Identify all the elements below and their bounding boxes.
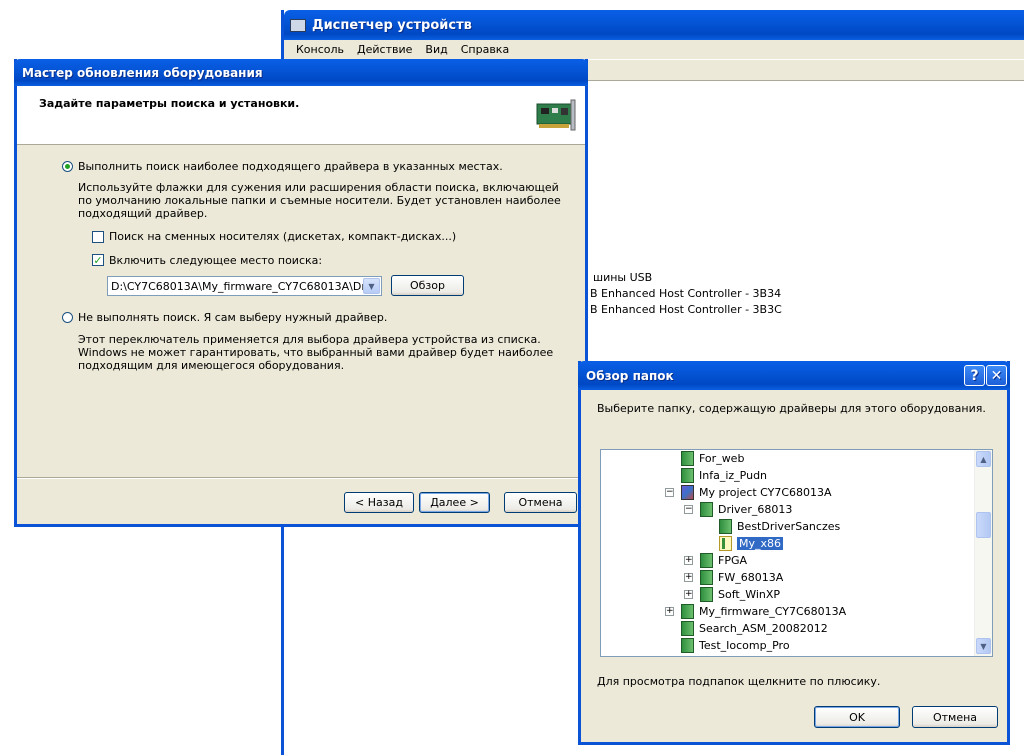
description-line: Windows не может гарантировать, что выбр… bbox=[78, 346, 554, 359]
help-icon: ? bbox=[970, 367, 979, 384]
include-location-checkbox[interactable]: ✓ bbox=[92, 254, 104, 266]
menu-help[interactable]: Справка bbox=[455, 43, 516, 56]
device-tree-item[interactable]: B Enhanced Host Controller - 3B3C bbox=[590, 303, 782, 316]
search-option-radio[interactable] bbox=[62, 161, 73, 172]
expand-icon[interactable]: + bbox=[684, 556, 693, 565]
device-tree-item[interactable]: B Enhanced Host Controller - 3B34 bbox=[590, 287, 781, 300]
device-manager-titlebar[interactable]: Диспетчер устройств bbox=[284, 10, 1024, 40]
browse-button[interactable]: Обзор bbox=[391, 275, 464, 296]
device-manager-title: Диспетчер устройств bbox=[312, 17, 472, 33]
folder-tree-label[interactable]: My project CY7C68013A bbox=[699, 486, 832, 499]
project-folder-icon bbox=[681, 485, 694, 500]
folder-icon bbox=[681, 468, 694, 483]
help-button[interactable]: ? bbox=[964, 365, 985, 386]
search-path-combobox[interactable]: D:\CY7C68013A\My_firmware_CY7C68013A\Dri… bbox=[107, 276, 382, 296]
hardware-card-icon bbox=[536, 99, 576, 131]
folder-tree-label[interactable]: My_firmware_CY7C68013A bbox=[699, 605, 846, 618]
description-line: Этот переключатель применяется для выбор… bbox=[78, 333, 541, 346]
manual-option-label[interactable]: Не выполнять поиск. Я сам выберу нужный … bbox=[78, 311, 387, 324]
folder-tree-label[interactable]: Test_Iocomp_Pro bbox=[699, 639, 790, 652]
folder-icon bbox=[719, 519, 732, 534]
folder-tree-label[interactable]: Soft_WinXP bbox=[718, 588, 780, 601]
description-line: подходящим для имеющегося оборудования. bbox=[78, 359, 345, 372]
folder-tree-item[interactable]: BestDriverSanczes bbox=[719, 518, 840, 535]
expand-icon[interactable]: + bbox=[684, 573, 693, 582]
computer-icon bbox=[290, 18, 306, 32]
scroll-thumb[interactable] bbox=[976, 512, 991, 538]
menu-action[interactable]: Действие bbox=[351, 43, 419, 56]
folder-tree-label[interactable]: FW_68013A bbox=[718, 571, 783, 584]
description-line: подходящий драйвер. bbox=[78, 207, 208, 220]
folder-icon bbox=[681, 638, 694, 653]
ok-button[interactable]: OK bbox=[814, 706, 900, 728]
footer-divider bbox=[17, 477, 585, 479]
close-icon: ✕ bbox=[990, 367, 1003, 384]
browse-title: Обзор папок bbox=[586, 368, 674, 383]
expand-icon[interactable]: + bbox=[684, 590, 693, 599]
folder-tree-item[interactable]: − My project CY7C68013A bbox=[665, 484, 832, 501]
folder-icon bbox=[700, 570, 713, 585]
browse-cancel-button[interactable]: Отмена bbox=[912, 706, 998, 728]
wizard-titlebar[interactable]: Мастер обновления оборудования bbox=[14, 59, 588, 86]
scroll-down-button[interactable]: ▼ bbox=[976, 638, 991, 654]
open-folder-icon bbox=[719, 536, 732, 551]
folder-tree-item[interactable]: Infa_iz_Pudn bbox=[681, 467, 767, 484]
close-button[interactable]: ✕ bbox=[986, 365, 1007, 386]
wizard-header-title: Задайте параметры поиска и установки. bbox=[39, 97, 300, 110]
collapse-icon[interactable]: − bbox=[684, 505, 693, 514]
folder-icon bbox=[700, 553, 713, 568]
folder-tree-item[interactable]: Test_Iocomp_Pro bbox=[681, 637, 790, 654]
search-option-description: Используйте флажки для сужения или расши… bbox=[78, 181, 561, 220]
folder-tree-item[interactable]: + Soft_WinXP bbox=[684, 586, 780, 603]
folder-tree[interactable]: For_web Infa_iz_Pudn − My project CY7C68013… bbox=[600, 449, 993, 657]
manual-option-radio[interactable] bbox=[62, 312, 73, 323]
browse-titlebar[interactable]: Обзор папок ? ✕ bbox=[578, 361, 1010, 390]
wizard-title: Мастер обновления оборудования bbox=[22, 65, 263, 80]
next-button[interactable]: Далее > bbox=[419, 492, 490, 513]
folder-tree-label[interactable]: My_x86 bbox=[737, 537, 784, 550]
description-line: Используйте флажки для сужения или расши… bbox=[78, 181, 559, 194]
folder-icon bbox=[700, 587, 713, 602]
removable-media-label[interactable]: Поиск на сменных носителях (дискетах, ко… bbox=[109, 230, 456, 243]
folder-tree-scrollbar[interactable]: ▲ ▼ bbox=[974, 450, 992, 656]
folder-tree-label[interactable]: FPGA bbox=[718, 554, 747, 567]
browse-prompt: Выберите папку, содержащую драйверы для … bbox=[597, 402, 986, 415]
back-button[interactable]: < Назад bbox=[344, 492, 414, 513]
cancel-button[interactable]: Отмена bbox=[504, 492, 577, 513]
browse-hint: Для просмотра подпапок щелкните по плюси… bbox=[597, 675, 881, 688]
browse-folder-dialog: Обзор папок ? ✕ Выберите папку, содержащ… bbox=[578, 361, 1010, 745]
description-line: по умолчанию локальные папки и съемные н… bbox=[78, 194, 561, 207]
collapse-icon[interactable]: − bbox=[665, 488, 674, 497]
folder-tree-item[interactable]: + FW_68013A bbox=[684, 569, 783, 586]
folder-tree-label[interactable]: Search_ASM_20082012 bbox=[699, 622, 828, 635]
device-manager-menubar: Консоль Действие Вид Справка bbox=[284, 40, 1024, 59]
folder-tree-item[interactable]: My_x86 bbox=[719, 535, 784, 552]
hardware-update-wizard: Мастер обновления оборудования Задайте п… bbox=[14, 59, 588, 527]
menu-console[interactable]: Консоль bbox=[290, 43, 351, 56]
search-option-label[interactable]: Выполнить поиск наиболее подходящего дра… bbox=[78, 160, 503, 173]
folder-tree-label[interactable]: BestDriverSanczes bbox=[737, 520, 840, 533]
folder-icon bbox=[681, 451, 694, 466]
search-path-value[interactable]: D:\CY7C68013A\My_firmware_CY7C68013A\Dri… bbox=[108, 280, 363, 293]
folder-tree-label[interactable]: Infa_iz_Pudn bbox=[699, 469, 767, 482]
expand-icon[interactable]: + bbox=[665, 607, 674, 616]
scroll-up-button[interactable]: ▲ bbox=[976, 451, 991, 467]
wizard-header: Задайте параметры поиска и установки. bbox=[17, 86, 585, 145]
chevron-down-icon[interactable]: ▼ bbox=[363, 278, 380, 294]
removable-media-checkbox[interactable] bbox=[92, 231, 104, 243]
folder-icon bbox=[700, 502, 713, 517]
folder-tree-item[interactable]: For_web bbox=[681, 450, 744, 467]
folder-icon bbox=[681, 621, 694, 636]
folder-icon bbox=[681, 604, 694, 619]
folder-tree-item[interactable]: + FPGA bbox=[684, 552, 747, 569]
folder-tree-label[interactable]: Driver_68013 bbox=[718, 503, 792, 516]
menu-view[interactable]: Вид bbox=[419, 43, 454, 56]
folder-tree-label[interactable]: For_web bbox=[699, 452, 744, 465]
folder-tree-item[interactable]: − Driver_68013 bbox=[684, 501, 792, 518]
include-location-label[interactable]: Включить следующее место поиска: bbox=[109, 254, 322, 267]
device-tree-item[interactable]: шины USB bbox=[593, 271, 652, 284]
folder-tree-item[interactable]: + My_firmware_CY7C68013A bbox=[665, 603, 846, 620]
manual-option-description: Этот переключатель применяется для выбор… bbox=[78, 333, 553, 372]
folder-tree-item[interactable]: Search_ASM_20082012 bbox=[681, 620, 828, 637]
